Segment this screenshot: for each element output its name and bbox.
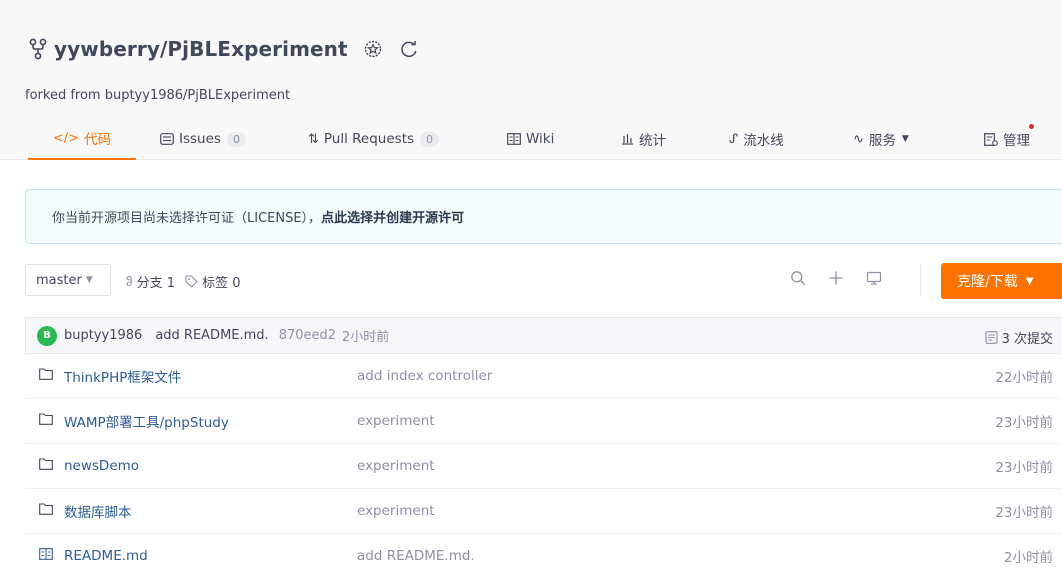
tab-stats-label: 统计	[639, 133, 666, 149]
toolbar-icons	[790, 270, 882, 286]
tab-pipeline[interactable]: ᔑ 流水线	[729, 118, 784, 160]
file-commit-time: 23小时前	[995, 505, 1053, 521]
branch-icon: ჵ	[126, 274, 133, 289]
commit-hash-link[interactable]: 870eed2	[279, 328, 336, 343]
code-icon: </>	[52, 130, 80, 146]
pipeline-icon: ᔑ	[729, 131, 739, 147]
file-name-link[interactable]: newsDemo	[64, 458, 139, 474]
notification-dot	[1029, 124, 1034, 129]
folder-icon	[39, 503, 53, 515]
license-notice-text: 你当前开源项目尚未选择许可证（LICENSE），	[52, 211, 322, 226]
license-notice: 你当前开源项目尚未选择许可证（LICENSE）， 点此选择并创建开源许可	[25, 189, 1062, 244]
folder-icon	[39, 458, 53, 470]
branch-select-value: master	[36, 272, 82, 288]
forked-from-label: forked from	[25, 88, 105, 103]
repo-toolbar: master ▼ ჵ 分支 1 标签 0 克隆/下载 ▼	[25, 261, 1062, 303]
commit-time: 2小时前	[342, 330, 390, 345]
forked-source-link[interactable]: buptyy1986/PjBLExperiment	[105, 88, 290, 103]
file-commit-message[interactable]: experiment	[357, 458, 435, 474]
forked-from: forked from buptyy1986/PjBLExperiment	[25, 88, 290, 103]
branches-link[interactable]: 分支 1	[137, 272, 175, 291]
tab-code[interactable]: </> 代码	[28, 118, 136, 160]
stats-icon	[622, 134, 633, 145]
repo-title[interactable]: yywberry/PjBLExperiment	[54, 37, 348, 61]
tab-issues-label: Issues	[179, 131, 221, 147]
wiki-icon	[507, 133, 521, 145]
clone-download-button[interactable]: 克隆/下载 ▼	[941, 263, 1062, 299]
file-commit-message[interactable]: experiment	[357, 413, 435, 429]
service-icon: ∿	[853, 131, 864, 147]
sync-icon[interactable]	[398, 38, 420, 60]
table-row[interactable]: WAMP部署工具/phpStudy experiment 23小时前	[25, 399, 1062, 444]
file-name-link[interactable]: ThinkPHP框架文件	[64, 366, 181, 386]
tab-service-label: 服务	[868, 133, 896, 149]
avatar[interactable]: B	[37, 325, 57, 346]
repo-header: yywberry/PjBLExperiment forked from bupt…	[0, 0, 1062, 160]
pull-requests-count-badge: 0	[420, 131, 440, 147]
commit-message-link[interactable]: add README.md.	[155, 328, 268, 343]
file-name-link[interactable]: 数据库脚本	[64, 501, 132, 521]
manage-icon	[984, 132, 998, 146]
book-icon	[39, 548, 53, 560]
file-commit-time: 22小时前	[995, 370, 1053, 386]
file-commit-time: 2小时前	[1003, 550, 1053, 566]
commits-icon	[985, 331, 998, 344]
tab-wiki[interactable]: Wiki	[507, 118, 554, 160]
web-ide-icon[interactable]	[866, 270, 882, 286]
tab-pull-requests[interactable]: ⇅ Pull Requests 0	[308, 118, 440, 160]
tab-service[interactable]: ∿ 服务 ▼	[853, 118, 909, 160]
repo-title-row: yywberry/PjBLExperiment	[28, 34, 420, 64]
file-commit-message[interactable]: experiment	[357, 503, 435, 519]
chevron-down-icon: ▼	[1025, 275, 1034, 287]
commit-count-link[interactable]: 3 次提交	[985, 328, 1053, 347]
folder-icon	[39, 368, 53, 380]
file-commit-time: 23小时前	[995, 415, 1053, 431]
license-create-link[interactable]: 点此选择并创建开源许可	[321, 207, 464, 226]
issues-icon	[160, 133, 174, 145]
branch-select[interactable]: master ▼	[25, 264, 111, 296]
file-commit-message[interactable]: add README.md.	[357, 548, 475, 564]
tab-pipeline-label: 流水线	[743, 133, 784, 149]
tags-link[interactable]: 标签 0	[202, 272, 240, 291]
toolbar-divider	[920, 263, 921, 297]
file-commit-time: 23小时前	[995, 460, 1053, 476]
recommend-badge-icon[interactable]	[362, 38, 384, 60]
tab-pull-requests-label: Pull Requests	[323, 131, 415, 147]
commit-author-link[interactable]: buptyy1986	[64, 328, 142, 343]
table-row[interactable]: newsDemo experiment 23小时前	[25, 444, 1062, 489]
tag-icon	[185, 275, 198, 288]
file-commit-message[interactable]: add index controller	[357, 368, 492, 384]
file-name-link[interactable]: README.md	[64, 548, 148, 564]
file-name-link[interactable]: WAMP部署工具/phpStudy	[64, 411, 229, 431]
repo-tabs: </> 代码 Issues 0 ⇅ Pull Requests 0 Wiki 统…	[0, 118, 1062, 160]
latest-commit-row: B buptyy1986 add README.md. 870eed2 2小时前…	[25, 317, 1062, 354]
fork-icon	[29, 38, 47, 60]
pull-request-icon: ⇅	[308, 131, 319, 147]
add-icon[interactable]	[828, 270, 844, 286]
tab-manage-label: 管理	[1003, 133, 1030, 149]
tab-manage[interactable]: 管理	[984, 118, 1034, 160]
table-row[interactable]: README.md add README.md. 2小时前	[25, 534, 1062, 575]
branch-tag-links: ჵ 分支 1 标签 0	[126, 272, 240, 292]
tab-code-label: 代码	[84, 132, 112, 148]
clone-download-label: 克隆/下载	[957, 274, 1018, 290]
chevron-down-icon: ▼	[85, 275, 93, 285]
file-table: B buptyy1986 add README.md. 870eed2 2小时前…	[25, 317, 1062, 575]
table-row[interactable]: ThinkPHP框架文件 add index controller 22小时前	[25, 354, 1062, 399]
tab-issues[interactable]: Issues 0	[160, 118, 246, 160]
chevron-down-icon: ▼	[901, 134, 909, 144]
issues-count-badge: 0	[226, 131, 246, 147]
commit-count-label: 3 次提交	[1001, 332, 1053, 347]
tab-stats[interactable]: 统计	[621, 118, 666, 160]
search-icon[interactable]	[790, 270, 806, 286]
folder-icon	[39, 413, 53, 425]
table-row[interactable]: 数据库脚本 experiment 23小时前	[25, 489, 1062, 534]
tab-wiki-label: Wiki	[526, 131, 555, 147]
